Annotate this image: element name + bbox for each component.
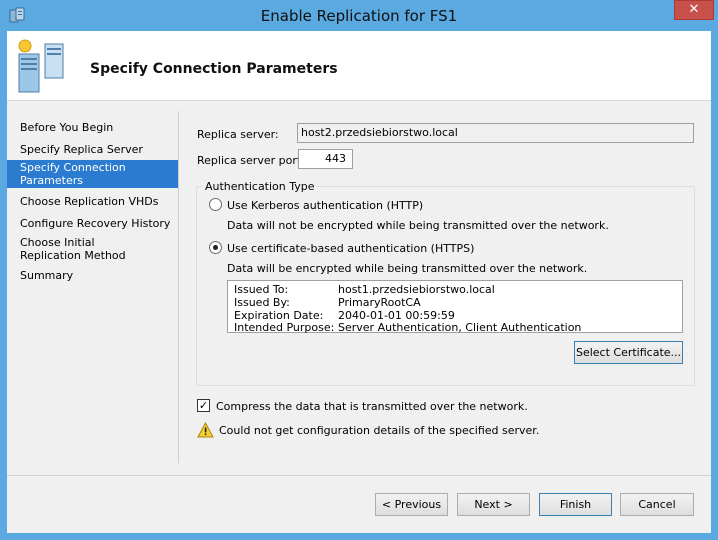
previous-button[interactable]: < Previous [375,493,448,516]
close-button[interactable]: ✕ [674,0,714,20]
replication-wizard-icon [18,39,64,93]
issued-by-value: PrimaryRootCA [338,296,421,309]
warning-icon [197,422,214,438]
issued-to-label: Issued To: [234,283,289,296]
page-title: Specify Connection Parameters [90,61,338,77]
nav-item-specify-connection-parameters[interactable]: Specify Connection Parameters [7,160,178,188]
compress-label[interactable]: Compress the data that is transmitted ov… [216,400,528,413]
replica-port-field[interactable]: 443 [298,149,353,169]
kerberos-description: Data will not be encrypted while being t… [227,219,609,232]
replica-server-field[interactable]: host2.przedsiebiorstwo.local [297,123,694,143]
intended-purpose-value: Server Authentication, Client Authentica… [338,321,582,334]
window-title: Enable Replication for FS1 [260,7,458,25]
title-bar: Enable Replication for FS1 ✕ [0,0,718,31]
wizard-header: Specify Connection Parameters [7,31,711,101]
replica-server-label: Replica server: [197,128,279,141]
kerberos-radio[interactable] [209,198,222,211]
certificate-radio[interactable] [209,241,222,254]
radio-selected-dot [213,245,218,250]
certificate-auth-label[interactable]: Use certificate-based authentication (HT… [227,242,474,255]
nav-divider [178,111,179,463]
warning-message: Could not get configuration details of t… [219,424,540,437]
next-button[interactable]: Next > [457,493,530,516]
authentication-group-title: Authentication Type [202,180,318,193]
compress-checkbox[interactable]: ✓ [197,399,210,412]
nav-item-before-you-begin[interactable]: Before You Begin [7,121,178,134]
footer-divider [7,475,711,476]
nav-item-choose-replication-vhds[interactable]: Choose Replication VHDs [7,195,178,208]
nav-item-summary[interactable]: Summary [7,269,178,282]
select-certificate-button[interactable]: Select Certificate... [574,341,683,364]
dialog-client: Specify Connection Parameters Before You… [7,31,711,533]
certificate-details: Issued To: host1.przedsiebiorstwo.local … [227,280,683,334]
nav-item-choose-initial-replication-method[interactable]: Choose Initial Replication Method [7,236,157,262]
finish-button[interactable]: Finish [539,493,612,516]
nav-item-specify-replica-server[interactable]: Specify Replica Server [7,143,178,156]
dialog-window: Enable Replication for FS1 ✕ Specify Con… [0,0,718,540]
nav-item-configure-recovery-history[interactable]: Configure Recovery History [7,217,178,230]
cancel-button[interactable]: Cancel [620,493,694,516]
certificate-auth-description: Data will be encrypted while being trans… [227,262,588,275]
issued-to-value: host1.przedsiebiorstwo.local [338,283,495,296]
intended-purpose-label: Intended Purpose: [234,321,335,334]
issued-by-label: Issued By: [234,296,290,309]
kerberos-label[interactable]: Use Kerberos authentication (HTTP) [227,199,423,212]
wizard-nav: Before You Begin Specify Replica Server … [7,102,179,464]
replica-port-label: Replica server port: [197,154,305,167]
